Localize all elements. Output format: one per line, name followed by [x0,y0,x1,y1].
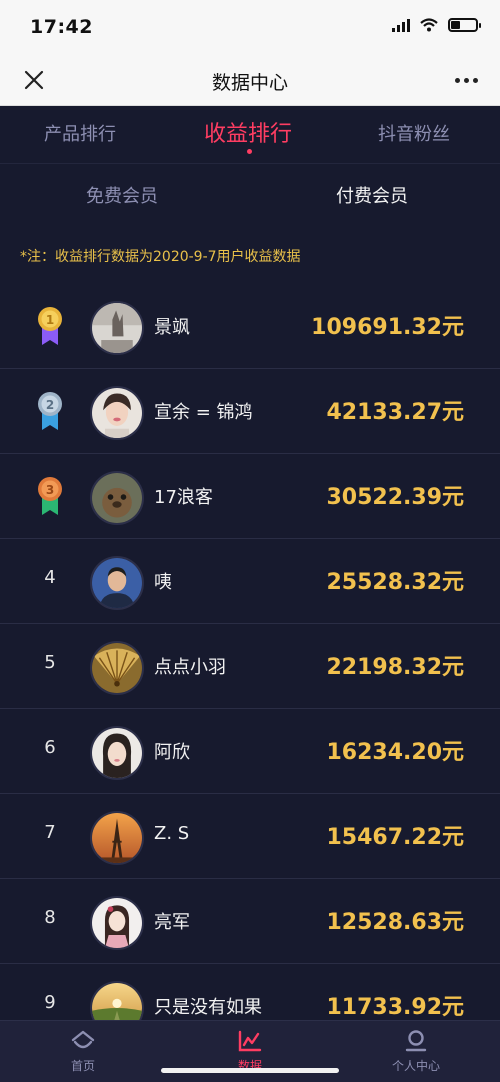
more-icon[interactable] [450,66,482,94]
income-amount: 109691.32元 [311,315,464,340]
avatar [90,301,144,355]
income-amount: 16234.20元 [326,740,464,765]
status-indicators [392,18,481,32]
silver-medal-icon: 2 [38,392,62,430]
list-item[interactable]: 2 宣余 = 锦鸿 42133.27元 [0,369,500,454]
gold-medal-icon: 1 [38,307,62,345]
member-tabs: 免费会员 付费会员 [0,164,500,224]
income-amount: 12528.63元 [326,910,464,935]
battery-icon [448,18,481,32]
income-amount: 25528.32元 [326,570,464,595]
avatar [90,726,144,780]
profile-icon [405,1030,427,1052]
wifi-icon [420,18,438,32]
list-item[interactable]: 1 景飒 109691.32元 [0,284,500,369]
active-tab-indicator [247,149,252,154]
income-amount: 42133.27元 [326,400,464,425]
tab-paid-members[interactable]: 付费会员 [336,182,408,208]
home-indicator [161,1068,339,1073]
avatar [90,386,144,440]
avatar [90,811,144,865]
rank-number: 5 [44,652,56,673]
income-amount: 11733.92元 [326,995,464,1020]
user-name: 点点小羽 [154,657,226,678]
user-name: 亮军 [154,912,190,933]
status-time: 17:42 [30,16,93,38]
bronze-medal-icon: 3 [38,477,62,515]
avatar [90,471,144,525]
rank-number: 7 [44,822,56,843]
list-item[interactable]: 8 亮军 12528.63元 [0,879,500,964]
income-amount: 22198.32元 [326,655,464,680]
page-title: 数据中心 [211,72,288,94]
bottom-nav-home[interactable]: 首页 [33,1029,133,1074]
signal-icon [392,18,410,32]
list-item[interactable]: 7 Z. S 15467.22元 [0,794,500,879]
user-name: 宣余 = 锦鸿 [154,402,253,423]
svg-text:3: 3 [46,483,54,497]
data-note: *注：收益排行数据为2020-9-7用户收益数据 [20,249,301,265]
bottom-nav-profile[interactable]: 个人中心 [366,1029,466,1074]
avatar [90,896,144,950]
tab-free-members[interactable]: 免费会员 [86,182,158,208]
svg-text:1: 1 [46,313,54,327]
bottom-nav-label: 个人中心 [391,1059,440,1073]
user-name: Z. S [154,823,190,844]
ranking-tabs: 产品排行 收益排行 抖音粉丝 [0,106,500,164]
list-item[interactable]: 3 17浪客 30522.39元 [0,454,500,539]
rank-number: 4 [44,567,56,588]
user-name: 17浪客 [154,487,213,508]
list-item[interactable]: 6 阿欣 16234.20元 [0,709,500,794]
user-name: 只是没有如果 [154,997,262,1018]
tab-douyin-fans[interactable]: 抖音粉丝 [378,120,450,146]
rank-number: 9 [44,992,56,1013]
user-name: 咦 [154,572,172,593]
rank-number: 8 [44,907,56,928]
tab-income-ranking[interactable]: 收益排行 [204,116,292,148]
bottom-nav-label: 首页 [70,1059,95,1073]
user-name: 阿欣 [154,742,190,763]
rank-number: 6 [44,737,56,758]
status-bar: 17:42 [0,0,500,56]
list-item[interactable]: 4 咦 25528.32元 [0,539,500,624]
avatar [90,556,144,610]
user-name: 景飒 [154,317,190,338]
income-amount: 15467.22元 [326,825,464,850]
main-content: 产品排行 收益排行 抖音粉丝 免费会员 付费会员 *注：收益排行数据为2020-… [0,106,500,1082]
chart-icon [238,1030,262,1052]
nav-bar: 数据中心 [0,56,500,106]
home-icon [71,1030,95,1049]
svg-text:2: 2 [46,398,54,412]
tab-product-ranking[interactable]: 产品排行 [44,120,116,146]
avatar [90,641,144,695]
income-amount: 30522.39元 [326,485,464,510]
list-item[interactable]: 5 点点小羽 22198.32元 [0,624,500,709]
